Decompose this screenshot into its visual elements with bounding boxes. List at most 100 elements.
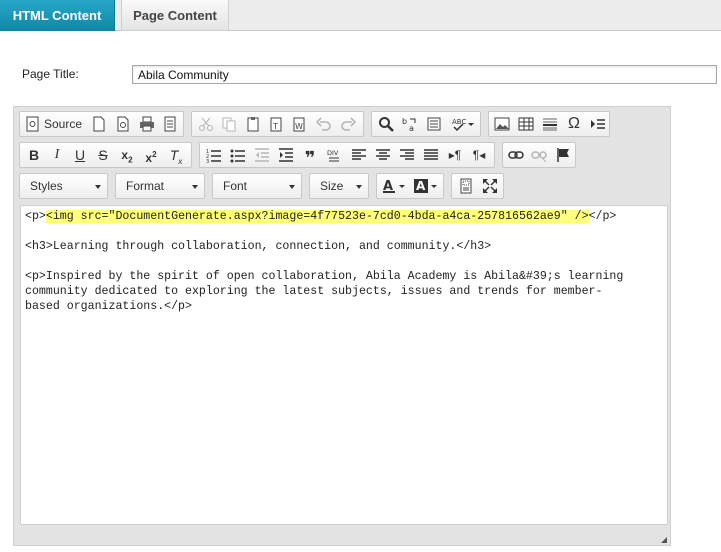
numbered-list-button[interactable]: 123 [203, 145, 225, 165]
find-button[interactable] [375, 114, 397, 134]
special-char-button[interactable]: Ω [563, 114, 585, 134]
replace-button[interactable]: ba [399, 114, 421, 134]
redo-button[interactable] [337, 114, 359, 134]
page-break-button[interactable] [587, 114, 609, 134]
source-icon [26, 116, 39, 132]
outdent-button[interactable] [251, 145, 273, 165]
table-button[interactable] [515, 114, 537, 134]
chevron-down-icon [192, 185, 198, 189]
font-dropdown[interactable]: Font [212, 173, 302, 199]
ltr-button[interactable]: ▸¶ [444, 145, 466, 165]
chevron-down-icon [289, 185, 295, 189]
code-p-close: </p> [588, 210, 617, 223]
indent-icon [279, 148, 293, 162]
toolbar-group-insert: Ω [488, 111, 610, 137]
anchor-button[interactable] [552, 145, 574, 165]
tab-html-content[interactable]: HTML Content [0, 0, 115, 31]
justify-button[interactable] [420, 145, 442, 165]
code-line-4: community dedicated to exploring the lat… [25, 285, 603, 298]
unlink-icon [531, 151, 547, 163]
text-color-button[interactable]: A [380, 176, 410, 196]
align-center-icon [376, 149, 390, 160]
toolbar-group-links [502, 142, 576, 168]
svg-text:a: a [409, 124, 414, 132]
indent-button[interactable] [275, 145, 297, 165]
rtl-button[interactable]: ¶◂ [468, 145, 490, 165]
new-page-icon [93, 116, 105, 132]
size-dropdown[interactable]: Size [309, 173, 369, 199]
align-right-button[interactable] [396, 145, 418, 165]
source-code-textarea[interactable]: <p><img src="DocumentGenerate.aspx?image… [20, 205, 668, 525]
align-right-icon [400, 149, 414, 160]
font-dropdown-label: Font [223, 179, 248, 193]
format-dropdown[interactable]: Format [115, 173, 205, 199]
print-button[interactable] [136, 114, 158, 134]
remove-format-button[interactable]: Tx [165, 145, 187, 166]
cut-button[interactable] [195, 114, 217, 134]
select-all-icon [427, 117, 441, 131]
code-line-3: <p>Inspired by the spirit of open collab… [25, 270, 624, 283]
new-page-button[interactable] [88, 114, 110, 134]
resize-handle[interactable] [661, 537, 667, 543]
format-dropdown-label: Format [126, 179, 165, 193]
copy-icon [222, 117, 236, 132]
unlink-button[interactable] [528, 145, 550, 165]
source-label: Source [44, 117, 83, 131]
maximize-icon [483, 179, 497, 193]
paste-word-button[interactable]: W [288, 114, 310, 134]
svg-text:DIV: DIV [327, 149, 339, 157]
superscript-button[interactable]: x2 [140, 145, 162, 165]
toolbar-group-document: Source [19, 111, 184, 137]
italic-button[interactable]: I [46, 145, 68, 165]
code-line-2: <h3>Learning through collaboration, conn… [25, 240, 492, 253]
justify-icon [424, 149, 438, 160]
preview-button[interactable] [112, 114, 134, 134]
bold-icon: B [28, 147, 40, 163]
page-title-label: Page Title: [22, 67, 79, 81]
strike-button[interactable]: S [92, 145, 114, 165]
chevron-down-icon [95, 185, 101, 189]
spellcheck-icon: ABC [452, 118, 474, 132]
spellcheck-button[interactable]: ABC [448, 114, 478, 134]
source-button[interactable] [22, 114, 44, 134]
tab-page-content[interactable]: Page Content [121, 0, 229, 31]
background-color-icon: A [414, 179, 437, 193]
subscript-button[interactable]: x2 [116, 145, 138, 165]
omega-icon: Ω [568, 115, 580, 132]
page-title-input[interactable] [132, 65, 717, 84]
show-blocks-button[interactable] [455, 176, 477, 196]
image-button[interactable] [491, 114, 513, 134]
div-container-button[interactable]: DIV [323, 145, 345, 165]
copy-button[interactable] [218, 114, 240, 134]
replace-icon: ba [402, 117, 416, 133]
magnifier-icon [379, 117, 394, 132]
paste-button[interactable] [242, 114, 264, 134]
blockquote-button[interactable]: ❞ [299, 145, 321, 168]
svg-text:A: A [416, 179, 426, 193]
styles-dropdown[interactable]: Styles [19, 173, 108, 199]
maximize-button[interactable] [479, 176, 501, 196]
preview-icon [117, 116, 129, 132]
redo-icon [341, 117, 357, 131]
div-icon: DIV [327, 149, 339, 162]
align-center-button[interactable] [372, 145, 394, 165]
bulleted-list-button[interactable] [227, 145, 249, 165]
templates-button[interactable] [159, 114, 181, 134]
undo-button[interactable] [313, 114, 335, 134]
ltr-icon: ▸¶ [448, 148, 462, 162]
horizontal-line-button[interactable] [539, 114, 561, 134]
tab-bar: HTML Content Page Content [0, 0, 721, 31]
link-button[interactable] [505, 145, 527, 165]
print-icon [140, 116, 154, 132]
align-left-button[interactable] [348, 145, 370, 165]
toolbar-group-paragraph: 123 ❞ DIV ▸¶ ¶◂ [199, 142, 495, 168]
strikethrough-icon: S [98, 147, 108, 163]
underline-button[interactable]: U [69, 145, 91, 165]
svg-text:ABC: ABC [452, 118, 466, 126]
background-color-button[interactable]: A [412, 176, 442, 196]
paste-text-button[interactable]: T [265, 114, 287, 134]
paste-icon [247, 117, 259, 132]
select-all-button[interactable] [423, 114, 445, 134]
bold-button[interactable]: B [23, 145, 45, 165]
outdent-icon [255, 148, 269, 162]
